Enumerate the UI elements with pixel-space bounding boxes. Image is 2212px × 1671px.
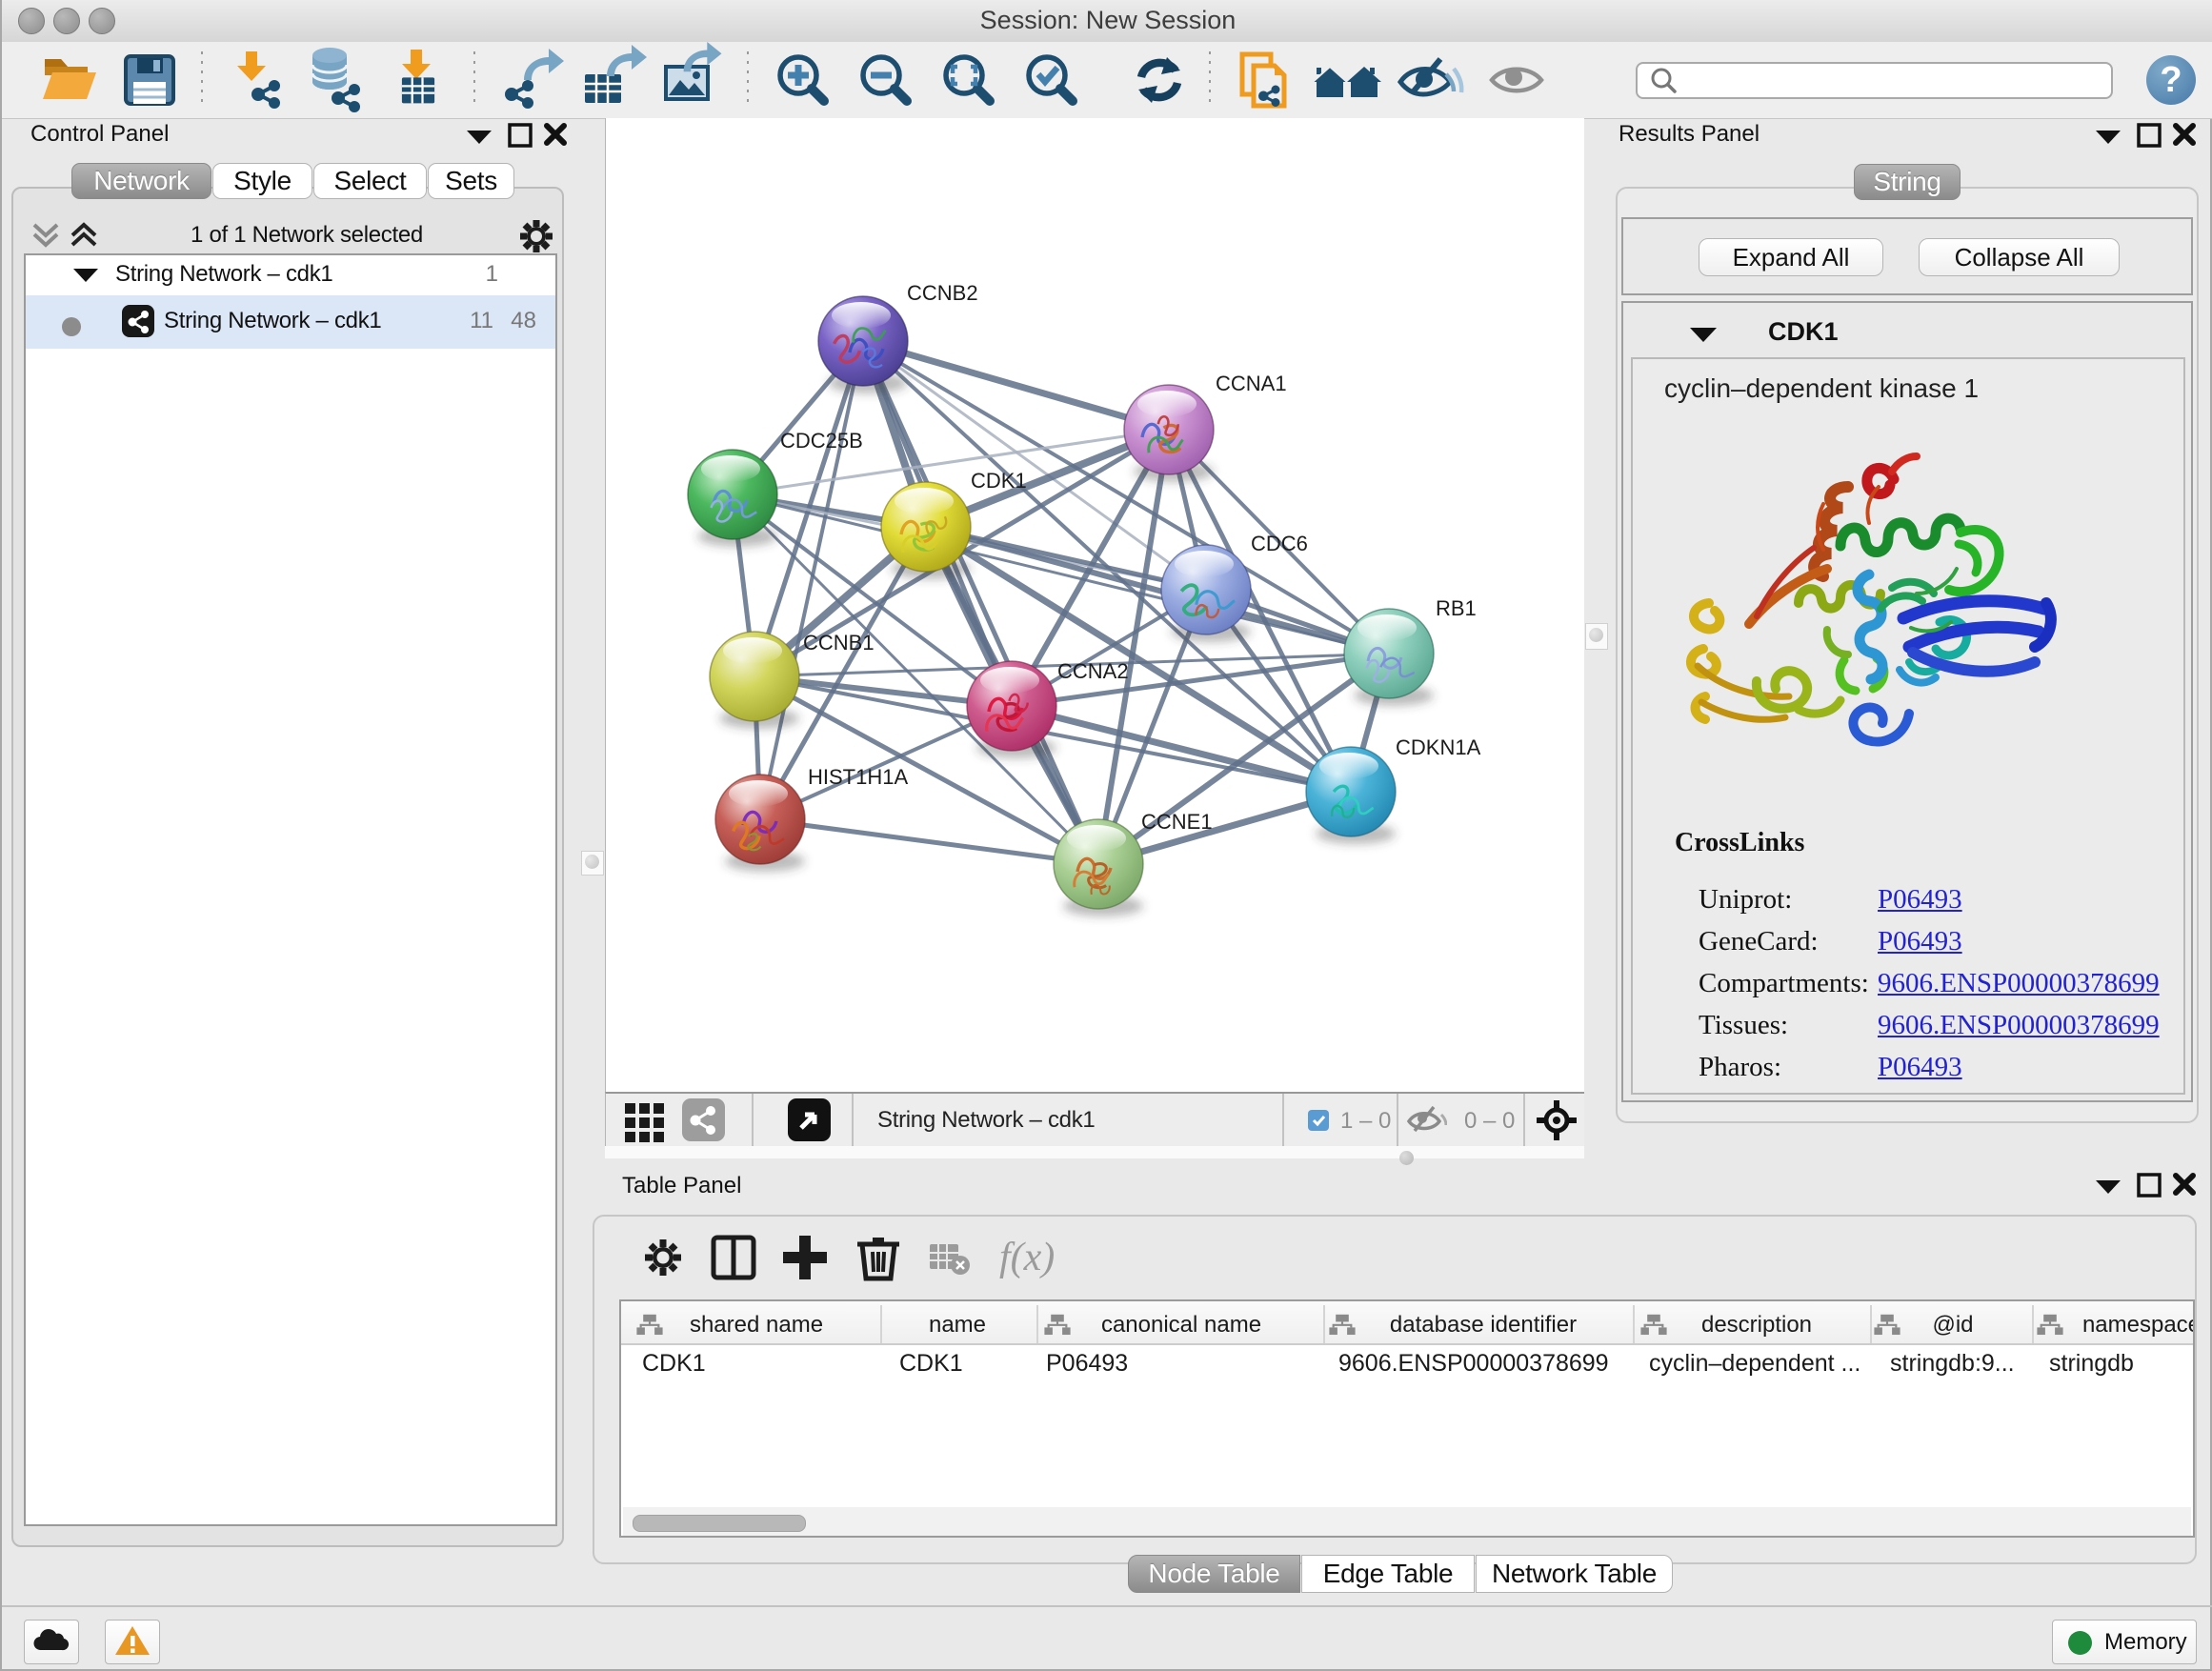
svg-text:f(x): f(x) bbox=[999, 1236, 1055, 1279]
svg-text:CDC6: CDC6 bbox=[1251, 532, 1308, 555]
svg-text:HIST1H1A: HIST1H1A bbox=[808, 765, 908, 789]
svg-text:@id: @id bbox=[1932, 1312, 1973, 1338]
svg-text:shared name: shared name bbox=[690, 1312, 823, 1338]
svg-text:CCNB2: CCNB2 bbox=[907, 281, 978, 305]
svg-text:name: name bbox=[929, 1312, 986, 1338]
svg-text:database identifier: database identifier bbox=[1390, 1312, 1577, 1338]
svg-text:CCNB1: CCNB1 bbox=[803, 631, 875, 654]
svg-text:description: description bbox=[1701, 1312, 1812, 1338]
svg-text:CDKN1A: CDKN1A bbox=[1396, 735, 1481, 759]
svg-text:CCNA2: CCNA2 bbox=[1057, 659, 1129, 683]
svg-text:CDK1: CDK1 bbox=[971, 469, 1027, 493]
svg-text:canonical name: canonical name bbox=[1101, 1312, 1261, 1338]
svg-text:CCNA1: CCNA1 bbox=[1216, 372, 1287, 395]
svg-text:RB1: RB1 bbox=[1436, 596, 1477, 620]
svg-text:CDC25B: CDC25B bbox=[780, 429, 863, 453]
svg-text:namespace: namespace bbox=[2082, 1312, 2193, 1338]
svg-text:CCNE1: CCNE1 bbox=[1141, 810, 1213, 834]
